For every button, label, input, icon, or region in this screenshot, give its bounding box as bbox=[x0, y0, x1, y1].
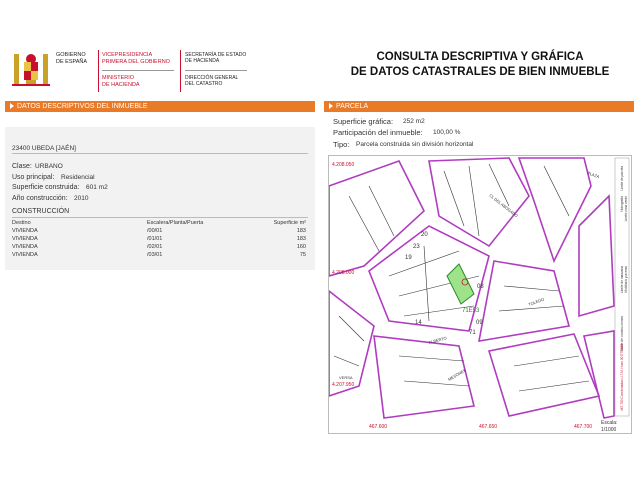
street-label: MESONES bbox=[447, 367, 467, 381]
clase-label: Clase: bbox=[12, 163, 32, 170]
map-svg: 20 19 23 08 09 14 71 71E53 PLAZA CL DEL … bbox=[329, 157, 630, 433]
location-text: 23400 UBEDA [JAÉN] bbox=[12, 145, 76, 152]
construccion-title: CONSTRUCCIÓN bbox=[12, 208, 70, 215]
table-cell: VIVIENDA bbox=[12, 236, 38, 242]
table-cell: /01/01 bbox=[147, 236, 163, 242]
coord-label: 467.700 bbox=[574, 424, 592, 430]
legend-item: Límite zona verde bbox=[624, 196, 628, 222]
coord-label: 467.600 bbox=[369, 424, 387, 430]
map-block bbox=[517, 157, 592, 264]
map-block bbox=[487, 333, 601, 417]
highlighted-parcel bbox=[446, 263, 475, 305]
parcel-number: 14 bbox=[415, 320, 422, 326]
table-cell: /02/01 bbox=[147, 244, 163, 250]
section-bar-parcela: PARCELA bbox=[324, 101, 634, 112]
uso-label: Uso principal: bbox=[12, 174, 55, 181]
coord-label: 4.208.000 bbox=[332, 270, 354, 276]
parcel-number: 20 bbox=[421, 232, 428, 238]
highlight-label: 71E53 bbox=[462, 308, 480, 314]
table-cell: 160 bbox=[296, 244, 306, 250]
tipo-value: Parcela construida sin división horizont… bbox=[356, 141, 474, 148]
section-bar-descriptivos: DATOS DESCRIPTIVOS DEL INMUEBLE bbox=[5, 101, 315, 112]
map-block bbox=[578, 194, 615, 318]
anio-value: 2010 bbox=[74, 195, 89, 202]
coord-label: 4.207.950 bbox=[332, 382, 354, 388]
coord-label: 4.208.050 bbox=[332, 162, 354, 168]
coord-label: 467.650 bbox=[479, 424, 497, 430]
sup-grafica-label: Superficie gráfica: bbox=[333, 117, 394, 126]
map-block bbox=[583, 330, 615, 419]
street-label: VERSA bbox=[339, 375, 353, 380]
table-header: Superficie m² bbox=[273, 220, 306, 226]
clase-value: URBANO bbox=[35, 163, 63, 170]
government-label: GOBIERNO DE ESPAÑA bbox=[56, 52, 88, 65]
secretaria-label: SECRETARÍA DE ESTADO DE HACIENDA DIRECCI… bbox=[185, 52, 247, 87]
street-label: CL DEL ABOGADO bbox=[488, 193, 519, 218]
participacion-value: 100,00 % bbox=[433, 129, 461, 136]
table-row: VIVIENDA /00/01 183 bbox=[12, 227, 306, 235]
parcel-number: 19 bbox=[405, 255, 412, 261]
coord-side-text: 467.700 Coordenadas U.T.M. Huso 30 ETRS8… bbox=[620, 343, 624, 411]
parcel-number: 08 bbox=[477, 284, 484, 290]
table-row: VIVIENDA /02/01 160 bbox=[12, 243, 306, 251]
table-cell: VIVIENDA bbox=[12, 244, 38, 250]
map-block bbox=[373, 335, 475, 419]
cadastral-map[interactable]: 20 19 23 08 09 14 71 71E53 PLAZA CL DEL … bbox=[328, 155, 632, 434]
table-row: VIVIENDA /01/01 183 bbox=[12, 235, 306, 243]
ministry-label: VICEPRESIDENCIA PRIMERA DEL GOBIERNO MIN… bbox=[102, 52, 174, 88]
table-header: Destino bbox=[12, 220, 31, 226]
arrow-icon bbox=[10, 103, 14, 110]
parcel-number: 71 bbox=[469, 330, 476, 336]
map-block bbox=[368, 225, 490, 332]
legend-item: Mobiliario y aceras bbox=[624, 266, 628, 293]
uso-value: Residencial bbox=[61, 174, 95, 181]
table-cell: /03/01 bbox=[147, 252, 163, 258]
table-header: Escalera/Planta/Puerta bbox=[147, 220, 204, 226]
header-divider-2 bbox=[180, 50, 181, 92]
participacion-label: Participación del inmueble: bbox=[333, 128, 423, 137]
anio-label: Año construcción: bbox=[12, 195, 68, 202]
table-header-row: Destino Escalera/Planta/Puerta Superfici… bbox=[12, 219, 306, 227]
parcel-number: 09 bbox=[476, 320, 483, 326]
parcel-number: 23 bbox=[413, 244, 420, 250]
scale-label: Escala: bbox=[601, 420, 617, 426]
header-divider bbox=[98, 50, 99, 92]
table-row: VIVIENDA /03/01 75 bbox=[12, 251, 306, 259]
arrow-icon bbox=[329, 103, 333, 110]
map-block bbox=[478, 260, 571, 342]
table-cell: 183 bbox=[296, 236, 306, 242]
table-cell: 75 bbox=[299, 252, 306, 258]
legend-item: Límite de parcela bbox=[620, 166, 624, 191]
table-cell: 183 bbox=[296, 228, 306, 234]
table-cell: VIVIENDA bbox=[12, 252, 38, 258]
construction-table: Destino Escalera/Planta/Puerta Superfici… bbox=[12, 219, 306, 259]
street-label: TOLEDO bbox=[528, 297, 545, 307]
table-cell: /00/01 bbox=[147, 228, 163, 234]
superficie-value: 601 m2 bbox=[86, 184, 108, 191]
tipo-label: Tipo: bbox=[333, 140, 350, 149]
scale-value: 1/1000 bbox=[601, 427, 617, 433]
spain-shield-logo bbox=[12, 52, 50, 90]
page-title: CONSULTA DESCRIPTIVA Y GRÁFICA DE DATOS … bbox=[350, 51, 610, 78]
table-cell: VIVIENDA bbox=[12, 228, 38, 234]
superficie-label: Superficie construida: bbox=[12, 184, 80, 191]
map-block bbox=[329, 289, 375, 397]
sup-grafica-value: 252 m2 bbox=[403, 118, 425, 125]
